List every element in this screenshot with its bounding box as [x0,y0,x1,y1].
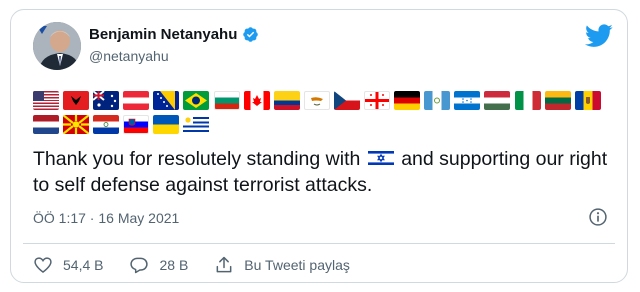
flag-albania [63,91,90,110]
twitter-bird-icon[interactable] [585,24,613,48]
user-handle[interactable]: @netanyahu [89,48,169,64]
flag-georgia [364,91,391,110]
share-icon [216,256,232,273]
flag-hungary [484,91,511,110]
flag-canada [243,91,270,110]
reply-button[interactable]: 28 B [129,255,188,275]
flag-brazil [183,91,210,110]
action-bar: 54,4 B 28 B Bu Tweeti paylaş [33,255,376,275]
flag-north-macedonia [63,115,90,134]
flag-netherlands [33,115,59,134]
divider [23,243,615,244]
flag-ukraine [153,115,180,134]
share-label: Bu Tweeti paylaş [244,257,350,273]
flag-bulgaria [213,91,240,110]
flag-israel [367,149,394,167]
share-button[interactable]: Bu Tweeti paylaş [214,255,350,275]
flag-colombia [273,91,300,110]
flag-moldova [574,91,601,110]
display-name[interactable]: Benjamin Netanyahu [89,26,259,43]
like-count: 54,4 B [63,257,104,273]
flag-uruguay [183,115,210,134]
info-icon[interactable] [588,207,608,227]
flag-austria [123,91,150,110]
flag-italy [514,91,541,110]
speech-bubble-icon [130,257,149,274]
display-name-text[interactable]: Benjamin Netanyahu [89,26,237,43]
flag-slovenia [123,115,150,134]
flag-czechia [333,91,360,110]
tweet-text: Thank you for resolutely standing with a… [33,147,623,198]
reply-count: 28 B [159,257,189,273]
avatar[interactable] [33,22,81,70]
flag-bosnia-and-herzegovina [153,91,180,110]
flag-germany [394,91,421,110]
heart-icon [34,257,52,274]
flag-emoji-list [33,91,623,134]
tweet-card: Benjamin Netanyahu @netanyahu Thank you … [10,9,628,283]
flag-australia [93,91,120,110]
flag-honduras [454,91,481,110]
like-button[interactable]: 54,4 B [33,255,103,275]
flag-united-states [33,91,59,110]
flag-guatemala [424,91,451,110]
flag-cyprus [303,91,330,110]
verified-badge-icon [243,27,259,42]
flag-lithuania [544,91,571,110]
tweet-timestamp[interactable]: ÖÖ 1:17 · 16 May 2021 [33,210,179,226]
tweet-text-part1: Thank you for resolutely standing with [33,148,361,170]
flag-paraguay [93,115,120,134]
